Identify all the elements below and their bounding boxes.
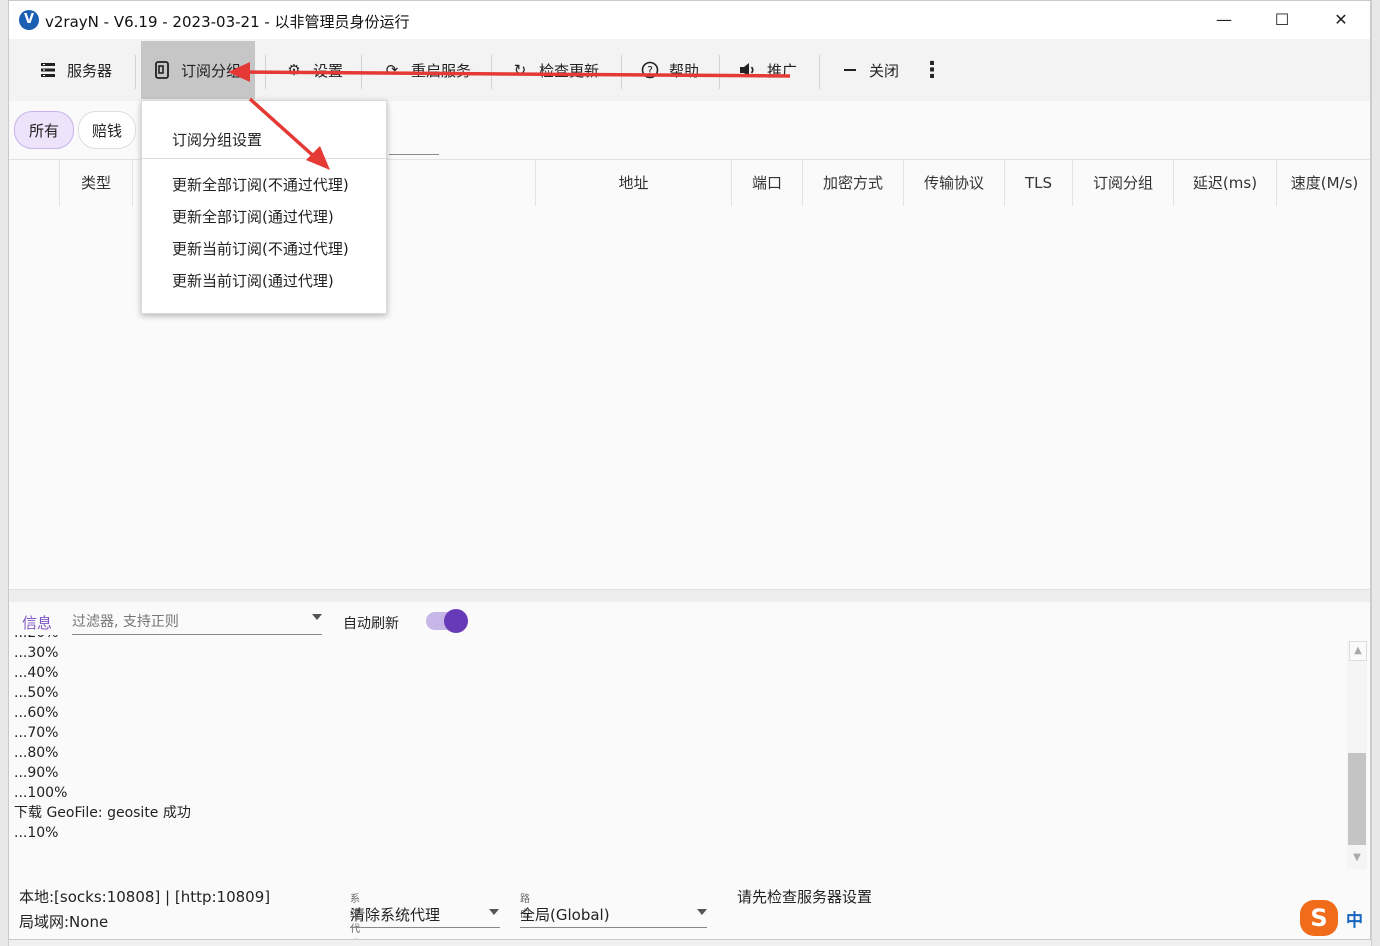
- column-header-security[interactable]: 加密方式: [802, 160, 903, 206]
- menu-divider: [142, 158, 386, 159]
- toolbar: 服务器 订阅分组 ⚙ 设置 ⟳ 重启服务 ↻ 检查更新 ? 帮助 推广 关闭 ⋮: [9, 39, 1370, 101]
- title-bar: V v2rayN - V6.19 - 2023-03-21 - 以非管理员身份运…: [9, 1, 1370, 39]
- chip-all[interactable]: 所有: [14, 111, 74, 149]
- gear-icon: ⚙: [287, 61, 301, 79]
- select-underline: [520, 927, 707, 928]
- ime-mode-label: 中: [1346, 910, 1363, 931]
- server-search-underline: [389, 154, 439, 155]
- subscription-dropdown-menu: 订阅分组设置 更新全部订阅(不通过代理) 更新全部订阅(通过代理) 更新当前订阅…: [141, 100, 387, 314]
- chevron-down-icon[interactable]: [312, 614, 322, 620]
- restart-icon: ⟳: [385, 61, 399, 79]
- settings-button[interactable]: ⚙ 设置: [279, 41, 349, 99]
- settings-label: 设置: [313, 61, 344, 80]
- menu-item-update-all-proxy[interactable]: 更新全部订阅(通过代理): [172, 206, 334, 227]
- scroll-down-icon[interactable]: ▼: [1349, 849, 1365, 867]
- system-proxy-value: 清除系统代理: [350, 906, 441, 924]
- log-line: ...50%: [14, 685, 59, 701]
- promote-button[interactable]: 推广: [733, 41, 803, 99]
- subscription-label: 订阅分组: [181, 61, 242, 80]
- toolbar-divider: [819, 55, 820, 89]
- log-line: ...90%: [14, 765, 59, 781]
- column-header-subscription[interactable]: 订阅分组: [1072, 160, 1173, 206]
- close-app-button[interactable]: 关闭: [835, 41, 905, 99]
- log-line: ...60%: [14, 705, 59, 721]
- close-app-label: 关闭: [869, 61, 900, 80]
- help-circle-icon: ?: [641, 61, 659, 79]
- restart-service-button[interactable]: ⟳ 重启服务: [377, 41, 477, 99]
- column-header-delay[interactable]: 延迟(ms): [1173, 160, 1276, 206]
- chevron-down-icon: [697, 909, 707, 915]
- v2rayn-logo-icon: V: [19, 10, 39, 30]
- scrollbar-thumb[interactable]: [1348, 753, 1366, 845]
- column-header-address[interactable]: 地址: [535, 160, 731, 206]
- lan-text: 局域网:None: [19, 913, 109, 931]
- column-header-port[interactable]: 端口: [731, 160, 802, 206]
- background-window-right: [1371, 0, 1380, 946]
- menu-item-subscription-settings[interactable]: 订阅分组设置: [172, 129, 262, 150]
- sogou-ime-icon: S: [1300, 900, 1338, 936]
- status-message: 请先检查服务器设置: [737, 888, 873, 906]
- log-text: ...20% ...30% ...40% ...50% ...60% ...70…: [14, 635, 191, 843]
- menu-item-update-current-direct[interactable]: 更新当前订阅(不通过代理): [172, 238, 349, 259]
- servers-button[interactable]: 服务器: [29, 41, 122, 99]
- log-line: ...40%: [14, 665, 59, 681]
- toolbar-divider: [265, 55, 266, 89]
- subscription-button[interactable]: 订阅分组: [141, 41, 255, 99]
- ime-indicator[interactable]: S 中: [1300, 900, 1363, 936]
- minus-icon: [841, 61, 859, 79]
- status-bar: 本地:[socks:10808] | [http:10809] 局域网:None…: [9, 873, 1370, 939]
- help-label: 帮助: [669, 61, 700, 80]
- svg-text:?: ?: [647, 64, 653, 77]
- log-line: ...100%: [14, 785, 68, 801]
- toolbar-divider: [719, 55, 720, 89]
- log-panel: 信息 自动刷新 ...20% ...30% ...40% ...50% ...6…: [9, 603, 1370, 871]
- toolbar-divider: [361, 55, 362, 89]
- log-line: 下载 GeoFile: geosite 成功: [14, 805, 191, 821]
- help-button[interactable]: ? 帮助: [635, 41, 705, 99]
- column-header-tls[interactable]: TLS: [1004, 160, 1072, 206]
- toolbar-divider: [135, 55, 136, 89]
- subscription-book-icon: [153, 61, 171, 79]
- promote-label: 推广: [767, 61, 798, 80]
- check-update-button[interactable]: ↻ 检查更新: [505, 41, 605, 99]
- info-tab[interactable]: 信息: [22, 612, 52, 633]
- column-header-network[interactable]: 传输协议: [903, 160, 1004, 206]
- log-line: ...30%: [14, 645, 59, 661]
- maximize-button[interactable]: ☐: [1259, 5, 1305, 35]
- log-viewport: ...20% ...30% ...40% ...50% ...60% ...70…: [9, 635, 1339, 871]
- auto-refresh-toggle[interactable]: [426, 609, 468, 633]
- column-header-type[interactable]: 类型: [59, 160, 132, 206]
- column-header-speed[interactable]: 速度(M/s): [1276, 160, 1370, 206]
- toolbar-divider: [491, 55, 492, 89]
- minimize-button[interactable]: —: [1201, 5, 1247, 35]
- main-window: V v2rayN - V6.19 - 2023-03-21 - 以非管理员身份运…: [8, 0, 1371, 940]
- local-ports-text: 本地:[socks:10808] | [http:10809]: [19, 888, 271, 906]
- log-line: ...80%: [14, 745, 59, 761]
- panel-splitter[interactable]: [9, 590, 1370, 602]
- close-window-button[interactable]: ✕: [1318, 5, 1364, 35]
- menu-item-update-all-direct[interactable]: 更新全部订阅(不通过代理): [172, 174, 349, 195]
- routing-value: 全局(Global): [520, 906, 610, 924]
- window-title: v2rayN - V6.19 - 2023-03-21 - 以非管理员身份运行: [45, 13, 410, 31]
- scroll-up-icon[interactable]: ▲: [1349, 641, 1367, 661]
- auto-refresh-label: 自动刷新: [343, 616, 399, 632]
- log-filter-input[interactable]: [72, 609, 322, 635]
- select-underline: [350, 927, 500, 928]
- toolbar-divider: [621, 55, 622, 89]
- server-list-icon: [39, 61, 57, 79]
- toggle-knob: [444, 609, 468, 633]
- check-update-label: 检查更新: [539, 61, 600, 80]
- chevron-down-icon: [489, 909, 499, 915]
- restart-label: 重启服务: [411, 61, 472, 80]
- speaker-icon: [739, 61, 757, 79]
- log-line: ...70%: [14, 725, 59, 741]
- log-line: ...20%: [14, 635, 191, 643]
- chip-group[interactable]: 赔钱: [78, 111, 136, 149]
- more-options-button[interactable]: ⋮: [921, 41, 943, 99]
- update-icon: ↻: [513, 61, 527, 79]
- servers-label: 服务器: [67, 61, 113, 80]
- menu-item-update-current-proxy[interactable]: 更新当前订阅(通过代理): [172, 270, 334, 291]
- log-line: ...10%: [14, 825, 59, 841]
